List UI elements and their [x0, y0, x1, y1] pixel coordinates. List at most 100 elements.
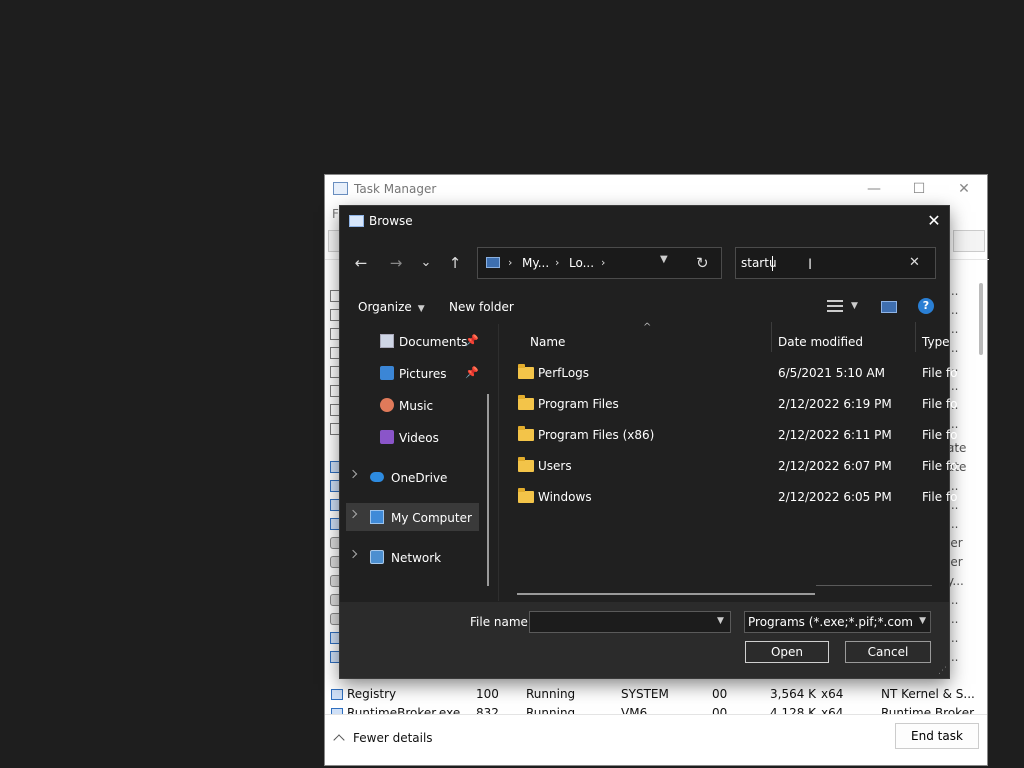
nav-item-label: My Computer — [391, 511, 472, 525]
scrollbar-thumb[interactable] — [979, 283, 983, 355]
file-type-select[interactable]: Programs (*.exe;*.pif;*.com;*.bat;*.cmd)… — [744, 611, 931, 633]
process-user: SYSTEM — [621, 687, 669, 701]
computer-icon — [370, 510, 384, 524]
dialog-close-button[interactable]: ✕ — [919, 206, 949, 236]
file-date: 2/12/2022 6:19 PM — [778, 397, 892, 411]
nav-item-music[interactable]: Music — [378, 393, 488, 419]
file-type: File fo — [922, 428, 958, 442]
chevron-down-icon[interactable]: ▼ — [851, 301, 858, 311]
dialog-title: Browse — [369, 214, 413, 228]
music-icon — [380, 398, 394, 412]
process-cpu: 00 — [712, 687, 728, 701]
chevron-right-icon[interactable] — [348, 469, 358, 479]
view-details-icon[interactable] — [827, 300, 843, 313]
organize-label: Organize — [358, 300, 412, 314]
nav-item-my-computer[interactable]: My Computer — [340, 505, 488, 531]
nav-scrollbar[interactable] — [487, 394, 489, 586]
folder-icon — [518, 488, 534, 503]
preview-pane-icon[interactable] — [881, 301, 897, 313]
column-header-name[interactable]: Name — [530, 335, 565, 349]
pictures-icon — [380, 366, 394, 380]
nav-item-videos[interactable]: Videos — [378, 425, 488, 451]
list-item[interactable]: Program Files (x86) 2/12/2022 6:11 PM Fi… — [500, 420, 957, 451]
folder-icon — [518, 426, 534, 441]
nav-item-documents[interactable]: Documents 📌 — [378, 329, 488, 355]
nav-item-onedrive[interactable]: OneDrive — [340, 465, 488, 491]
list-item[interactable]: PerfLogs 6/5/2021 5:10 AM File fo — [500, 358, 957, 389]
folder-icon — [518, 457, 534, 472]
chevron-right-icon[interactable] — [348, 549, 358, 559]
search-box[interactable]: I ✕ — [735, 247, 936, 279]
nav-item-label: OneDrive — [391, 471, 448, 485]
browse-dialog: Browse ✕ ← → ⌄ ↑ › My... › Lo... › ▼ ↻ I… — [340, 206, 957, 678]
file-type: File fo — [922, 490, 958, 504]
chevron-down-icon: ▼ — [919, 616, 926, 626]
list-item[interactable]: Program Files 2/12/2022 6:19 PM File fo — [500, 389, 957, 420]
process-status: Running — [526, 687, 576, 701]
clear-search-button[interactable]: ✕ — [909, 255, 920, 270]
file-date: 2/12/2022 6:05 PM — [778, 490, 892, 504]
minimize-button[interactable]: — — [852, 177, 896, 201]
column-header-date-modified[interactable]: Date modified — [778, 335, 863, 349]
chevron-right-icon[interactable] — [348, 509, 358, 519]
breadcrumb-separator: › — [601, 256, 606, 269]
network-icon — [370, 550, 384, 564]
file-name-label: File name: — [470, 615, 532, 629]
back-button[interactable]: ← — [348, 250, 374, 276]
chevron-down-icon: ▼ — [417, 304, 425, 314]
open-button[interactable]: Open — [745, 641, 829, 663]
description-fragment: ate — [947, 441, 967, 455]
navigation-pane: Documents 📌 Pictures 📌 Music Videos OneD… — [340, 324, 492, 601]
menu-file-fragment[interactable]: F — [332, 207, 339, 221]
task-manager-titlebar[interactable]: Task Manager — ☐ ✕ — [325, 175, 987, 203]
task-manager-app-icon — [333, 182, 348, 195]
maximize-button[interactable]: ☐ — [897, 177, 941, 201]
end-task-button[interactable]: End task — [895, 723, 979, 749]
address-bar[interactable]: › My... › Lo... › ▼ ↻ — [477, 247, 722, 279]
column-separator[interactable] — [771, 322, 772, 352]
file-name-input[interactable] — [529, 611, 731, 633]
refresh-icon[interactable]: ↻ — [696, 254, 709, 272]
task-manager-title: Task Manager — [354, 182, 437, 196]
organize-button[interactable]: Organize ▼ — [358, 300, 425, 314]
table-row[interactable]: Registry 100 Running SYSTEM 00 3,564 K x… — [325, 685, 975, 704]
computer-icon — [486, 257, 500, 268]
breadcrumb-local-disk[interactable]: Lo... — [569, 256, 594, 270]
cancel-button[interactable]: Cancel — [845, 641, 931, 663]
fewer-details-link[interactable]: Fewer details — [333, 731, 433, 746]
dialog-app-icon — [349, 215, 364, 227]
text-cursor — [772, 256, 773, 271]
file-type: File fo — [922, 397, 958, 411]
folder-icon — [518, 364, 534, 379]
tab-fragment[interactable] — [953, 230, 985, 252]
pane-divider[interactable] — [498, 324, 499, 601]
list-item[interactable]: Users 2/12/2022 6:07 PM File fo — [500, 451, 957, 482]
search-input[interactable] — [741, 255, 901, 271]
nav-item-network[interactable]: Network — [340, 545, 488, 571]
forward-button[interactable]: → — [383, 250, 409, 276]
resize-grip-icon[interactable]: ⋰ — [938, 666, 947, 676]
videos-icon — [380, 430, 394, 444]
up-button[interactable]: ↑ — [442, 250, 468, 276]
new-folder-button[interactable]: New folder — [449, 300, 514, 314]
file-type-value: Programs (*.exe;*.pif;*.com;*.bat;*.cmd) — [748, 615, 913, 629]
process-memory: 3,564 K — [770, 687, 817, 701]
description-fragment: y... — [947, 574, 964, 588]
nav-item-label: Videos — [399, 431, 439, 445]
column-separator[interactable] — [915, 322, 916, 352]
help-icon[interactable]: ? — [918, 298, 934, 314]
horizontal-scrollbar[interactable] — [517, 593, 815, 595]
file-name: PerfLogs — [538, 366, 590, 380]
file-type: File fo — [922, 459, 958, 473]
breadcrumb-my-computer[interactable]: My... — [522, 256, 549, 270]
column-header-type[interactable]: Type — [922, 335, 950, 349]
chevron-down-icon[interactable]: ▼ — [660, 254, 668, 265]
nav-item-pictures[interactable]: Pictures 📌 — [378, 361, 488, 387]
file-name: Users — [538, 459, 572, 473]
recent-locations-button[interactable]: ⌄ — [413, 250, 439, 276]
process-description: NT Kernel & S... — [881, 687, 975, 701]
pin-icon: 📌 — [465, 334, 479, 347]
list-item[interactable]: Windows 2/12/2022 6:05 PM File fo — [500, 482, 957, 513]
close-button[interactable]: ✕ — [942, 177, 986, 201]
file-date: 6/5/2021 5:10 AM — [778, 366, 886, 380]
